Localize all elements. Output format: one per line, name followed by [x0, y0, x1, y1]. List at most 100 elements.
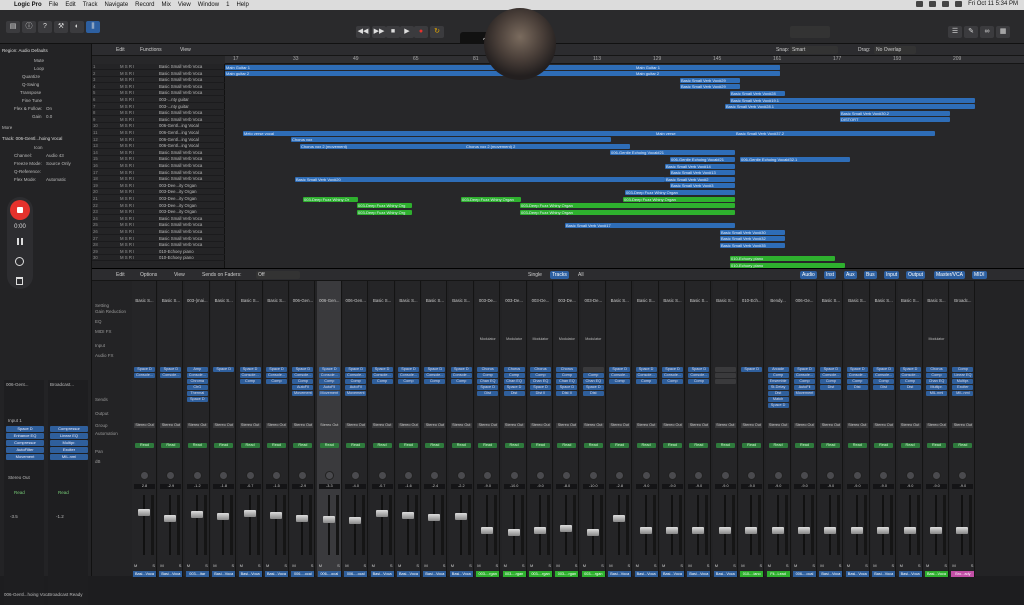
solo-button[interactable]: S	[232, 563, 235, 568]
view-tracks[interactable]: Tracks	[550, 271, 569, 279]
track-buttons[interactable]: M S R I	[120, 255, 134, 260]
track-name[interactable]: 006-Gentl...ing Vocal	[159, 130, 199, 135]
track-name[interactable]: Basic Small Verb Voca	[159, 90, 202, 95]
inspector-plugin-slot[interactable]: Space D	[6, 426, 44, 432]
audio-fx-slot[interactable]	[714, 367, 736, 372]
audio-fx-slot[interactable]: Console...	[398, 373, 419, 378]
channel-strip[interactable]: Basic S... Space D Console... Comp Stereo Ou…	[369, 281, 395, 577]
automation-mode[interactable]: Read	[557, 443, 577, 448]
track-name[interactable]: Basic Small Verb Voca	[159, 150, 202, 155]
solo-button[interactable]: S	[707, 563, 710, 568]
pan-knob[interactable]	[720, 471, 730, 480]
audio-fx-slot[interactable]: Arcade	[767, 367, 789, 372]
audio-fx-slot[interactable]: Multipr.	[952, 379, 974, 384]
output-slot[interactable]: Stereo Out	[846, 423, 868, 428]
pan-knob[interactable]	[562, 471, 572, 480]
audio-fx-slot[interactable]: Comp	[345, 379, 367, 384]
mute-solo-buttons[interactable]: MS	[530, 563, 551, 568]
inspector-plugin-slot[interactable]: Compressor	[6, 440, 44, 446]
channel-strip[interactable]: Bendy... Arcade Comp Ensemble St-Delay Dist Ma…	[765, 281, 791, 577]
solo-button[interactable]: S	[284, 563, 287, 568]
output-slot[interactable]: Stereo Out	[371, 423, 393, 428]
track-header-row[interactable]: 25 M S R I Basic Small Verb Voca	[92, 222, 225, 229]
audio-fx-slot[interactable]: Comp	[794, 379, 815, 384]
mute-button[interactable]: M	[530, 563, 533, 568]
audio-fx-slot[interactable]: Space D	[820, 367, 842, 372]
channel-strip[interactable]: 006-Ge... Space D Console... Comp AutoFil Mov…	[792, 281, 817, 577]
audio-fx-slot[interactable]: Space D	[292, 367, 314, 372]
audio-fx-slot[interactable]: Movement	[292, 391, 314, 396]
channel-strip[interactable]: Basic S... Modulator Chorus Comp Chan EQ Mult…	[924, 281, 949, 577]
audio-fx-slot[interactable]: Comp	[424, 379, 446, 384]
track-buttons[interactable]: M S R I	[120, 170, 134, 175]
pan-knob[interactable]	[852, 471, 862, 480]
audio-fx-slot[interactable]: Exciter	[952, 385, 974, 390]
pan-knob[interactable]	[192, 471, 202, 480]
filter-audio[interactable]: Audio	[800, 271, 817, 279]
region[interactable]: 003-Deep Fuzz Whiny Organ	[520, 203, 735, 209]
pan-knob[interactable]	[324, 471, 334, 480]
track-header-row[interactable]: 10 M S R I 006-Gentl...ing Vocal	[92, 123, 225, 130]
region-gain-value[interactable]: 0.0	[46, 114, 52, 119]
region[interactable]: Basic Small Verb Vox#17	[565, 222, 735, 228]
volume-fader[interactable]	[771, 527, 784, 534]
track-header-row[interactable]: 24 M S R I Basic Small Verb Voca	[92, 216, 225, 222]
mixer-view-menu[interactable]: View	[172, 271, 187, 279]
library-button[interactable]: ▤	[6, 21, 20, 33]
pan-knob[interactable]	[773, 471, 783, 480]
track-buttons[interactable]: M S R I	[120, 150, 134, 155]
pan-knob[interactable]	[377, 471, 387, 480]
mute-solo-buttons[interactable]: MS	[688, 563, 709, 568]
menu-record[interactable]: Record	[135, 2, 154, 8]
audio-fx-slot[interactable]: Movement	[794, 391, 815, 396]
mute-solo-buttons[interactable]: MS	[952, 563, 973, 568]
solo-button[interactable]: S	[337, 563, 340, 568]
filter-inst[interactable]: Inst	[824, 271, 837, 279]
volume-fader[interactable]	[692, 527, 705, 534]
mute-solo-buttons[interactable]: MS	[926, 563, 947, 568]
automation-mode[interactable]: Read	[847, 443, 867, 448]
solo-button[interactable]: S	[839, 563, 842, 568]
solo-button[interactable]: S	[522, 563, 525, 568]
region[interactable]: Basic Small Verb Vox#20	[295, 176, 665, 182]
channel-strip[interactable]: 003-De... Modulator Chorus Comp Chan EQ Space…	[475, 281, 501, 577]
output-slot[interactable]: Stereo Out	[345, 423, 367, 428]
track-header-row[interactable]: 30 M S R I 010-Echoey piano	[92, 255, 225, 262]
midi-fx-slot[interactable]: Modulator	[504, 337, 525, 342]
volume-fader[interactable]	[639, 527, 652, 534]
audio-fx-slot[interactable]: Console...	[609, 373, 631, 378]
mute-solo-buttons[interactable]: MS	[741, 563, 762, 568]
mute-solo-buttons[interactable]: MS	[398, 563, 419, 568]
channel-strip[interactable]: Basic S... Space D Console... Comp Dist Stere…	[818, 281, 844, 577]
region[interactable]: Basic Small Verb Vox#2	[665, 176, 735, 182]
audio-fx-slot[interactable]: Space D	[609, 367, 631, 372]
region[interactable]: Melo verse vocal	[243, 130, 683, 136]
mute-solo-buttons[interactable]: MS	[451, 563, 472, 568]
mute-solo-buttons[interactable]: MS	[266, 563, 287, 568]
inspector-button[interactable]: ⓘ	[22, 21, 36, 33]
track-header-row[interactable]: 9 M S R I Basic Small Verb Voca	[92, 117, 225, 123]
audio-fx-slot[interactable]: Space D	[741, 367, 763, 372]
region[interactable]: 003-Deep Fuzz Whiny Organ	[623, 196, 735, 202]
mute-solo-buttons[interactable]: MS	[794, 563, 815, 568]
audio-fx-slot[interactable]: Comp	[767, 373, 789, 378]
channel-strip[interactable]: Basic S... Space D Console... Stereo Out Rea…	[132, 281, 157, 577]
audio-fx-slot[interactable]: Space D	[160, 367, 182, 372]
region[interactable]: 003-Deep Fuzz Whiny Org	[357, 203, 412, 209]
audio-fx-slot[interactable]: Comp	[556, 373, 578, 378]
mute-button[interactable]: M	[900, 563, 903, 568]
solo-button[interactable]: S	[496, 563, 499, 568]
mute-solo-buttons[interactable]: MS	[292, 563, 313, 568]
track-header-row[interactable]: 26 M S R I Basic Small Verb Voca	[92, 229, 225, 236]
automation-mode[interactable]: Read	[689, 443, 709, 448]
channel-setting-name[interactable]: Basic S...	[238, 298, 263, 303]
channel-setting-name[interactable]: Basic S...	[396, 298, 421, 303]
track-buttons[interactable]: M S R I	[120, 137, 134, 142]
audio-fx-slot[interactable]: Chorus	[926, 367, 947, 372]
mixer-edit-menu[interactable]: Edit	[114, 271, 127, 279]
track-buttons[interactable]: M S R I	[120, 236, 134, 241]
automation-mode[interactable]: Read	[240, 443, 260, 448]
audio-fx-slot[interactable]: Console...	[318, 373, 340, 378]
audio-fx-slot[interactable]: Comp	[582, 373, 604, 378]
filter-bus[interactable]: Bus	[864, 271, 877, 279]
